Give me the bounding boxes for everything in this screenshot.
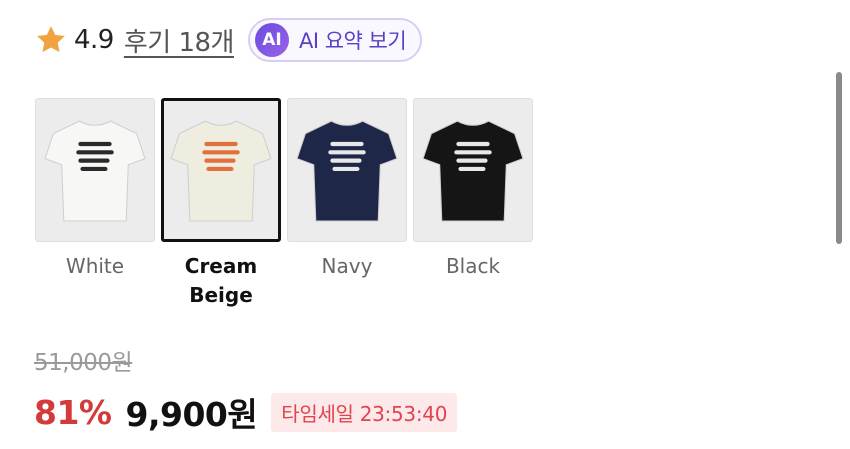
- ai-summary-button[interactable]: AI AI 요약 보기: [247, 18, 423, 62]
- rating-score: 4.9: [74, 25, 114, 55]
- ai-summary-label: AI 요약 보기: [298, 29, 407, 53]
- ai-icon: AI: [254, 23, 289, 57]
- star-icon: [37, 26, 65, 53]
- swatch-cream-beige[interactable]: Cream Beige: [161, 98, 281, 310]
- swatch-navy[interactable]: Navy: [287, 98, 407, 281]
- swatch-label: White: [65, 254, 125, 278]
- swatch-label: Black: [445, 254, 501, 278]
- discount-rate: 81%: [34, 392, 112, 432]
- swatch-white[interactable]: White: [35, 98, 155, 281]
- rating-row: 4.9 후기 18개 AI AI 요약 보기: [34, 16, 423, 64]
- tshirt-icon: [44, 120, 146, 222]
- timesale-badge: 타임세일 23:53:40: [271, 392, 458, 432]
- swatch-thumbnail: [413, 98, 533, 242]
- sale-price: 9,900원: [125, 395, 258, 434]
- price-row: 81% 9,900원 타임세일 23:53:40: [34, 388, 458, 436]
- swatch-label: Navy: [321, 254, 373, 278]
- tshirt-icon: [170, 120, 272, 222]
- reviews-link[interactable]: 후기 18개: [124, 22, 235, 59]
- original-price: 51,000원: [34, 350, 133, 376]
- scrollbar[interactable]: [836, 72, 842, 244]
- tshirt-icon: [422, 120, 524, 222]
- swatch-thumbnail: [161, 98, 281, 242]
- swatch-thumbnail: [287, 98, 407, 242]
- swatch-label: Cream Beige: [184, 254, 258, 307]
- tshirt-icon: [296, 120, 398, 222]
- swatch-thumbnail: [35, 98, 155, 242]
- swatch-black[interactable]: Black: [413, 98, 533, 281]
